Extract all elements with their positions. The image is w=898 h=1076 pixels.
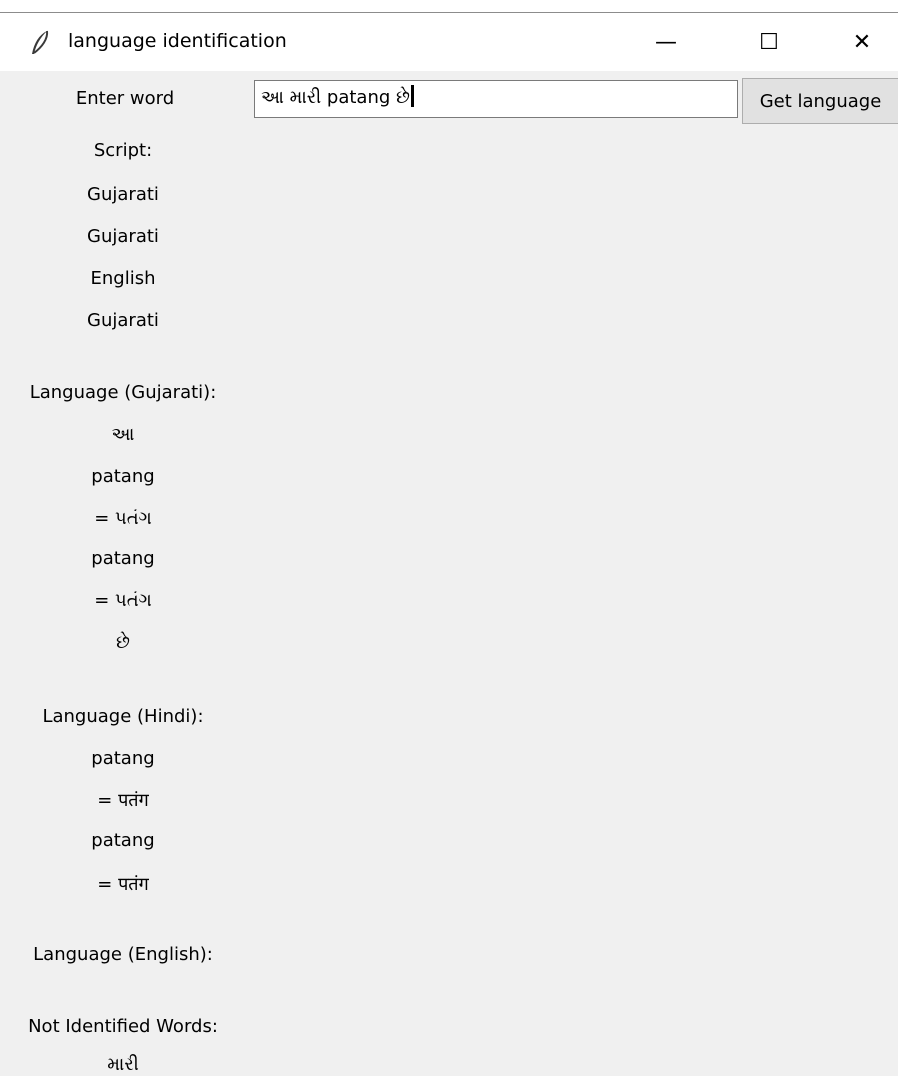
- maximize-icon: ☐: [759, 29, 779, 55]
- word-input[interactable]: આ મારી patang છે: [254, 80, 738, 118]
- gujarati-item: = પતંગ: [94, 590, 152, 611]
- gujarati-item: છે: [116, 632, 130, 653]
- unidentified-heading: Not Identified Words:: [28, 1016, 218, 1037]
- window-title: language identification: [68, 30, 287, 52]
- hindi-item: = पतंग: [97, 790, 149, 811]
- gujarati-item: આ: [111, 424, 135, 445]
- hindi-item: = पतंग: [97, 874, 149, 895]
- gujarati-item: patang: [91, 466, 155, 487]
- script-item: Gujarati: [87, 226, 159, 247]
- get-language-button[interactable]: Get language: [742, 78, 898, 124]
- title-bar[interactable]: language identification — ☐ ✕: [0, 13, 898, 71]
- english-heading: Language (English):: [33, 944, 213, 965]
- script-item: English: [90, 268, 156, 289]
- minimize-button[interactable]: —: [630, 13, 702, 71]
- hindi-item: patang: [91, 748, 155, 769]
- gujarati-item: = પતંગ: [94, 508, 152, 529]
- hindi-heading: Language (Hindi):: [42, 706, 204, 727]
- close-button[interactable]: ✕: [826, 13, 898, 71]
- hindi-item: patang: [91, 830, 155, 851]
- word-input-value: આ મારી patang છે: [261, 87, 410, 108]
- gujarati-item: patang: [91, 548, 155, 569]
- minimize-icon: —: [655, 29, 677, 55]
- script-heading: Script:: [93, 140, 153, 161]
- top-strip: [0, 0, 898, 13]
- gujarati-heading: Language (Gujarati):: [29, 382, 217, 403]
- close-icon: ✕: [852, 29, 872, 55]
- maximize-button[interactable]: ☐: [733, 13, 805, 71]
- unidentified-item: મારી: [107, 1054, 139, 1075]
- script-item: Gujarati: [87, 310, 159, 331]
- text-caret: [410, 85, 414, 107]
- enter-word-label: Enter word: [75, 88, 175, 109]
- feather-icon: [28, 29, 52, 57]
- script-item: Gujarati: [87, 184, 159, 205]
